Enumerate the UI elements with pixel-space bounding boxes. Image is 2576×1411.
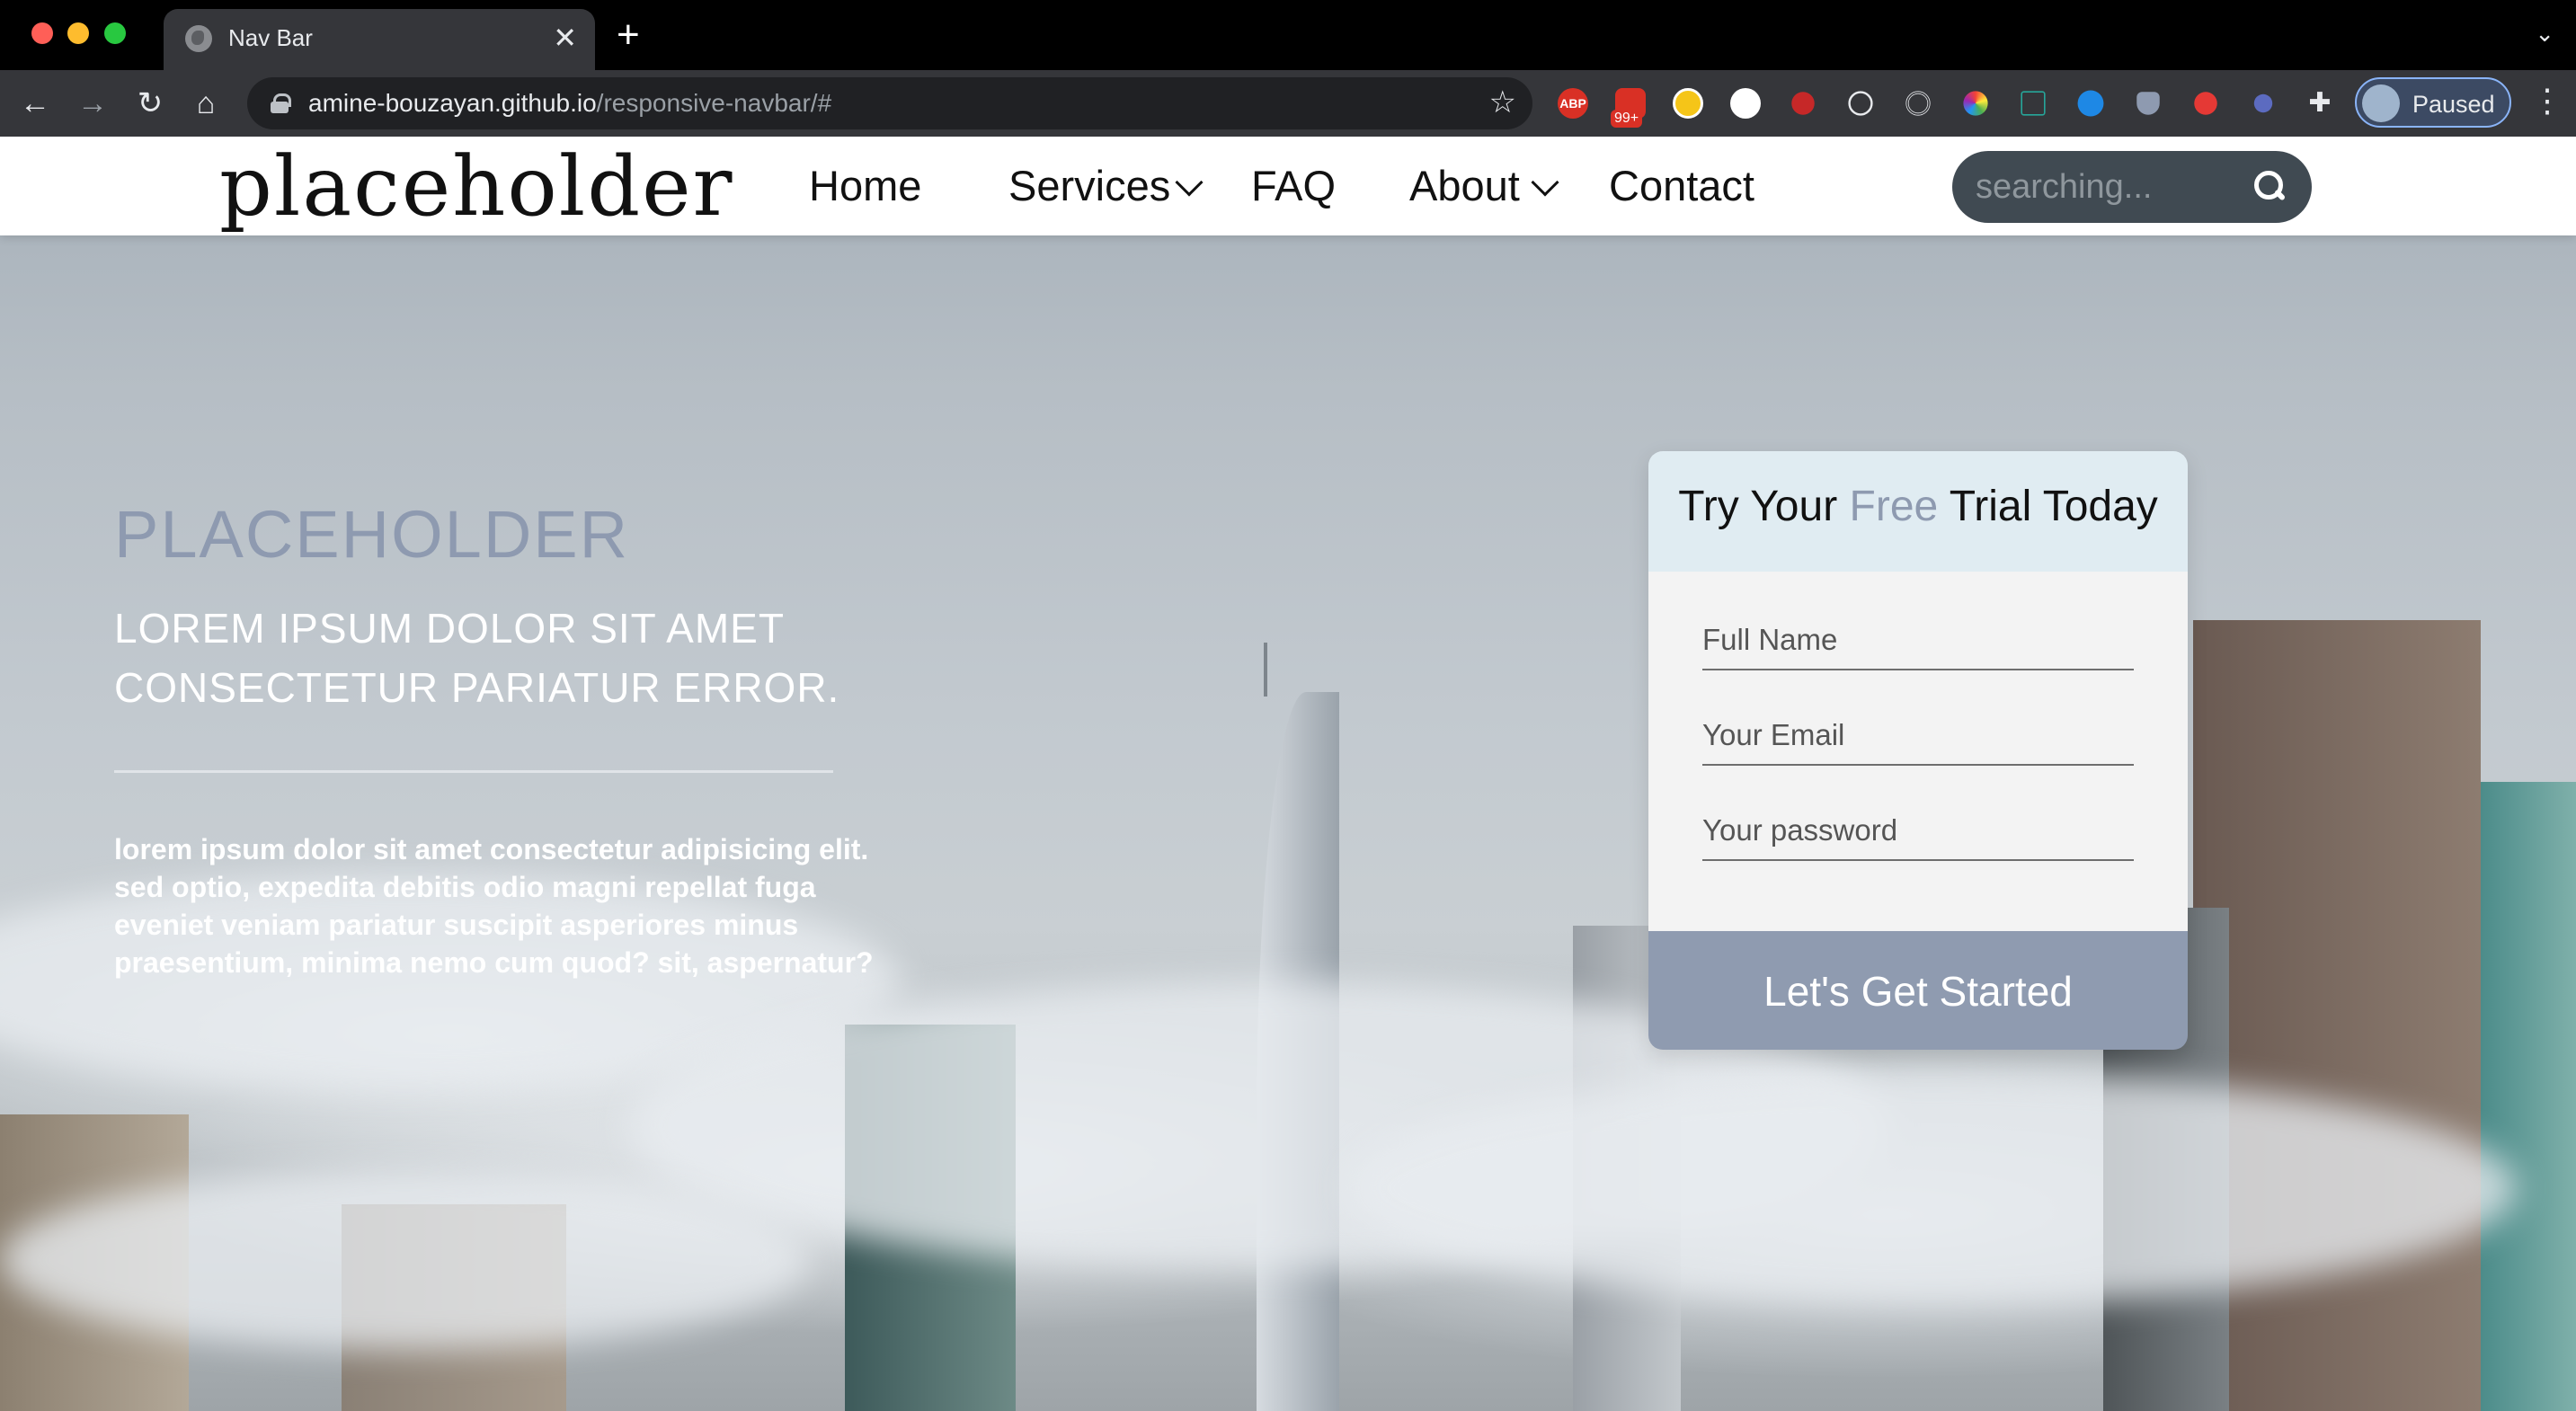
- new-tab-button[interactable]: +: [617, 14, 640, 56]
- email-input[interactable]: [1702, 712, 2134, 766]
- card-title: Try Your Free Trial Today: [1678, 483, 2158, 530]
- address-bar[interactable]: amine-bouzayan.github.io/responsive-navb…: [247, 77, 1532, 129]
- nav-item-about[interactable]: About: [1409, 160, 1520, 212]
- services-chevron-down-icon[interactable]: [1175, 168, 1204, 197]
- profile-button[interactable]: Paused: [2355, 77, 2511, 128]
- target-extension-icon[interactable]: [1905, 91, 1931, 116]
- browser-toolbar: ← → ↻ ⌂ amine-bouzayan.github.io/respons…: [0, 70, 2576, 137]
- trial-form-card: Try Your Free Trial Today Let's Get Star…: [1648, 451, 2188, 1050]
- adblock-extension-icon[interactable]: ABP: [1558, 88, 1588, 119]
- bookmark-star-icon[interactable]: ☆: [1489, 84, 1516, 120]
- maximize-window-button[interactable]: [104, 22, 126, 44]
- tab-title: Nav Bar: [228, 24, 313, 51]
- fog-bank: [0, 1170, 809, 1350]
- tower-spire: [1264, 643, 1267, 697]
- reload-icon[interactable]: ↻: [129, 83, 171, 124]
- video-extension-icon[interactable]: [2077, 90, 2104, 117]
- home-icon[interactable]: ⌂: [185, 83, 227, 124]
- page-viewport: placeholder Home Services FAQ About Cont…: [0, 137, 2576, 1411]
- full-name-input[interactable]: [1702, 617, 2134, 670]
- tab-search-chevron-icon[interactable]: ⌄: [2535, 20, 2554, 48]
- password-input[interactable]: [1702, 807, 2134, 861]
- right-building: [2193, 620, 2481, 1411]
- about-chevron-down-icon[interactable]: [1531, 168, 1559, 197]
- card-body: [1648, 572, 2188, 931]
- site-logo[interactable]: placeholder: [219, 142, 734, 232]
- download-extension-icon[interactable]: [1673, 88, 1703, 119]
- close-tab-icon[interactable]: ✕: [553, 20, 577, 56]
- hero-background: [0, 137, 2576, 1411]
- forward-arrow-icon[interactable]: →: [72, 83, 113, 124]
- hero-divider: [114, 770, 833, 773]
- avatar: [2362, 84, 2400, 122]
- url-text: amine-bouzayan.github.io/responsive-navb…: [308, 89, 832, 117]
- extension-badge: 99+: [1611, 110, 1643, 128]
- react-devtools-icon[interactable]: [1848, 91, 1873, 116]
- minimize-window-button[interactable]: [67, 22, 89, 44]
- search-bar: [1952, 151, 2312, 223]
- browser-tab-active[interactable]: Nav Bar ✕: [164, 9, 595, 70]
- globe-icon: [185, 25, 212, 52]
- color-picker-extension-icon[interactable]: [1963, 91, 1988, 116]
- card-header: Try Your Free Trial Today: [1648, 451, 2188, 572]
- link-extension-icon[interactable]: [2253, 93, 2273, 113]
- stop-extension-icon[interactable]: [2194, 92, 2217, 115]
- nav-item-faq[interactable]: FAQ: [1251, 160, 1336, 212]
- nav-item-contact[interactable]: Contact: [1609, 160, 1754, 212]
- fog-bank: [1348, 1071, 2517, 1305]
- search-icon[interactable]: [2254, 171, 2287, 203]
- n-extension-icon[interactable]: [2021, 91, 2046, 116]
- lock-icon: [271, 93, 291, 113]
- record-extension-icon[interactable]: [1791, 92, 1815, 115]
- free-highlight: Free: [1849, 483, 1939, 530]
- nav-item-home[interactable]: Home: [809, 160, 921, 212]
- browser-tabstrip: Nav Bar ✕ + ⌄: [0, 0, 2576, 70]
- glass-building: [2481, 782, 2576, 1411]
- close-window-button[interactable]: [31, 22, 53, 44]
- back-arrow-icon[interactable]: ←: [14, 83, 56, 124]
- hero-subtitle: LOREM IPSUM DOLOR SIT AMET CONSECTETUR P…: [114, 605, 840, 711]
- hero-title: PLACEHOLDER: [114, 497, 630, 572]
- puzzle-extensions-icon[interactable]: ✚: [2299, 83, 2341, 124]
- profile-status: Paused: [2412, 91, 2495, 118]
- get-started-button[interactable]: Let's Get Started: [1648, 931, 2188, 1050]
- hero-body-text: lorem ipsum dolor sit amet consectetur a…: [114, 833, 874, 979]
- site-navbar: placeholder Home Services FAQ About Cont…: [0, 137, 2576, 235]
- json-extension-icon[interactable]: [1730, 88, 1761, 119]
- shield-extension-icon[interactable]: [2136, 92, 2160, 115]
- nav-item-services[interactable]: Services: [1008, 160, 1170, 212]
- browser-menu-icon[interactable]: ⋮: [2531, 83, 2563, 119]
- search-input[interactable]: [1974, 164, 2243, 210]
